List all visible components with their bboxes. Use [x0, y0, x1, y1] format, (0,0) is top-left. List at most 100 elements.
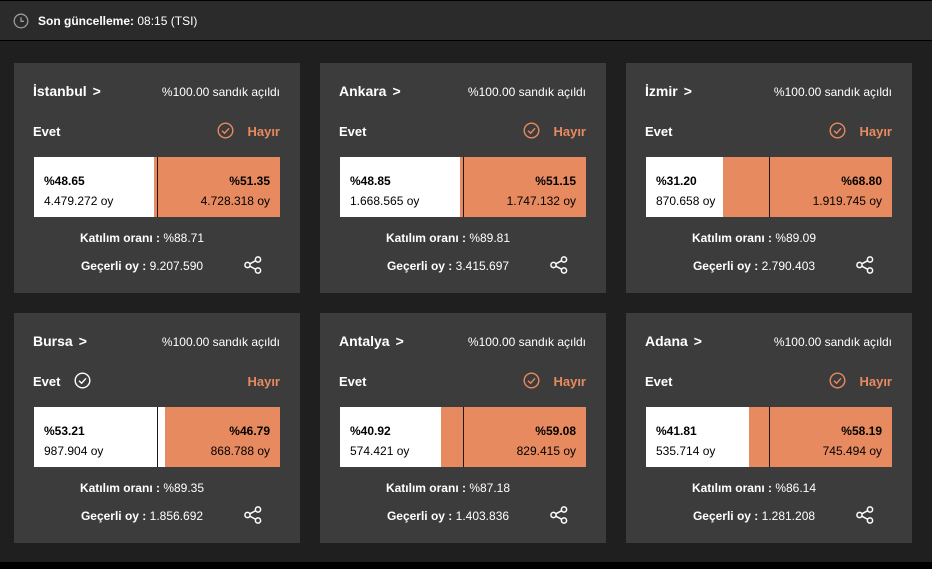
yes-label: Evet [339, 124, 367, 139]
valid-votes-label: Geçerli oy : [80, 509, 147, 523]
result-card: İstanbul > %100.00 sandık açıldı Evet Hayır%… [14, 63, 300, 293]
no-label: Hayır [553, 374, 586, 389]
city-name: Bursa [33, 333, 73, 349]
valid-votes-label: Geçerli oy : [80, 259, 147, 273]
midpoint-line [157, 407, 158, 467]
turnout-row: Katılım oranı : %88.71 [14, 231, 300, 245]
chevron-right-icon: > [92, 83, 101, 99]
city-name: İzmir [645, 83, 678, 99]
no-winner-check-icon [829, 122, 846, 139]
yes-votes: 4.479.272 oy [44, 194, 114, 208]
no-votes: 829.415 oy [516, 444, 576, 458]
share-icon[interactable] [243, 505, 263, 525]
midpoint-line [769, 407, 770, 467]
chevron-right-icon: > [683, 83, 692, 99]
yes-votes: 574.421 oy [350, 444, 410, 458]
valid-votes-value: 9.207.590 [149, 259, 204, 273]
valid-votes-label: Geçerli oy : [692, 259, 759, 273]
midpoint-line [769, 157, 770, 217]
turnout-label: Katılım oranı : [385, 481, 466, 495]
no-percent: %59.08 [535, 424, 576, 438]
turnout-label: Katılım oranı : [79, 231, 160, 245]
share-icon[interactable] [855, 255, 875, 275]
valid-votes-value: 1.403.836 [455, 509, 510, 523]
yes-votes: 870.658 oy [656, 194, 716, 208]
city-name: Antalya [339, 333, 390, 349]
no-winner-check-icon [523, 372, 540, 389]
midpoint-line [463, 407, 464, 467]
share-icon[interactable] [243, 255, 263, 275]
yes-percent: %40.92 [350, 424, 391, 438]
turnout-label: Katılım oranı : [691, 481, 772, 495]
yes-percent: %48.85 [350, 174, 391, 188]
chevron-right-icon: > [693, 333, 702, 349]
city-link[interactable]: Adana > [645, 333, 702, 349]
valid-votes-label: Geçerli oy : [692, 509, 759, 523]
share-icon[interactable] [549, 505, 569, 525]
midpoint-line [463, 157, 464, 217]
no-votes: 4.728.318 oy [200, 194, 270, 208]
share-icon[interactable] [855, 505, 875, 525]
turnout-row: Katılım oranı : %89.81 [320, 231, 606, 245]
yes-label: Evet [645, 124, 673, 139]
no-votes: 1.747.132 oy [506, 194, 576, 208]
city-name: İstanbul [33, 83, 87, 99]
counted-ratio: %100.00 sandık açıldı [467, 85, 586, 99]
result-card: İzmir > %100.00 sandık açıldı Evet Hayır %31.… [626, 63, 912, 293]
yes-percent: %41.81 [656, 424, 697, 438]
turnout-label: Katılım oranı : [79, 481, 160, 495]
yes-votes: 1.668.565 oy [350, 194, 420, 208]
valid-votes-value: 3.415.697 [455, 259, 510, 273]
city-link[interactable]: Antalya > [339, 333, 404, 349]
no-label: Hayır [553, 124, 586, 139]
last-updated-label: Son güncelleme: [38, 14, 135, 28]
midpoint-line [157, 157, 158, 217]
no-percent: %58.19 [841, 424, 882, 438]
no-label: Hayır [859, 124, 892, 139]
result-card: Antalya > %100.00 sandık açıldı Evet Hayır %4… [320, 313, 606, 543]
city-link[interactable]: İstanbul > [33, 83, 101, 99]
counted-ratio: %100.00 sandık açıldı [161, 335, 280, 349]
turnout-value: %89.35 [163, 481, 205, 495]
yes-label: Evet [33, 374, 61, 389]
turnout-label: Katılım oranı : [385, 231, 466, 245]
clock-icon [13, 13, 29, 29]
city-link[interactable]: Bursa > [33, 333, 87, 349]
result-bar: %41.81 535.714 oy %58.19 745.494 oy [646, 407, 892, 467]
turnout-value: %88.71 [163, 231, 205, 245]
share-icon[interactable] [549, 255, 569, 275]
no-percent: %46.79 [229, 424, 270, 438]
chevron-right-icon: > [78, 333, 87, 349]
city-link[interactable]: İzmir > [645, 83, 692, 99]
last-updated: Son güncelleme: 08:15 (TSI) [38, 14, 197, 28]
turnout-value: %86.14 [775, 481, 817, 495]
result-bar: %40.92 574.421 oy %59.08 829.415 oy [340, 407, 586, 467]
top-bar: Son güncelleme: 08:15 (TSI) [0, 0, 932, 41]
yes-percent: %53.21 [44, 424, 85, 438]
turnout-row: Katılım oranı : %89.35 [14, 481, 300, 495]
turnout-label: Katılım oranı : [691, 231, 772, 245]
turnout-value: %89.81 [469, 231, 511, 245]
counted-ratio: %100.00 sandık açıldı [467, 335, 586, 349]
no-label: Hayır [859, 374, 892, 389]
no-winner-check-icon [217, 122, 234, 139]
turnout-row: Katılım oranı : %86.14 [626, 481, 912, 495]
yes-votes: 535.714 oy [656, 444, 716, 458]
turnout-row: Katılım oranı : %87.18 [320, 481, 606, 495]
no-winner-check-icon [523, 122, 540, 139]
city-name: Ankara [339, 83, 387, 99]
city-link[interactable]: Ankara > [339, 83, 401, 99]
result-card: Adana > %100.00 sandık açıldı Evet Hayır %41.… [626, 313, 912, 543]
yes-percent: %31.20 [656, 174, 697, 188]
counted-ratio: %100.00 sandık açıldı [773, 85, 892, 99]
turnout-row: Katılım oranı : %89.09 [626, 231, 912, 245]
valid-votes-label: Geçerli oy : [386, 509, 453, 523]
valid-votes-label: Geçerli oy : [386, 259, 453, 273]
valid-votes-value: 1.856.692 [149, 509, 204, 523]
result-bar: %48.85 1.668.565 oy %51.15 1.747.132 oy [340, 157, 586, 217]
yes-label: Evet [645, 374, 673, 389]
chevron-right-icon: > [395, 333, 404, 349]
valid-votes-value: 2.790.403 [761, 259, 816, 273]
chevron-right-icon: > [392, 83, 401, 99]
yes-votes: 987.904 oy [44, 444, 104, 458]
